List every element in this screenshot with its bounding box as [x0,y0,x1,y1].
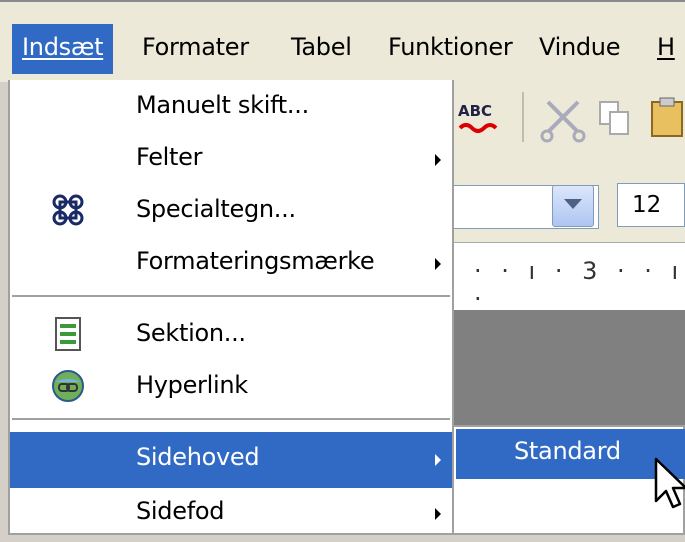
menu-item-fields[interactable]: Felter [10,132,452,188]
font-size-combo[interactable]: 12 [617,183,685,227]
menu-item-special-character[interactable]: Specialtegn... [10,184,452,240]
font-name-dropdown-button[interactable] [552,185,594,227]
spellcheck-icon[interactable]: ABC [454,98,514,142]
scissors-icon [540,100,586,143]
menu-item-label: Sektion... [136,319,246,347]
submenu-arrow-icon [435,508,441,520]
paste-icon[interactable] [648,96,685,140]
menu-item-label: Manuelt skift... [136,91,309,119]
menu-tools[interactable]: Funktioner [378,24,522,74]
menu-item-label: Sidehoved [136,443,260,471]
mouse-pointer-icon [654,457,685,509]
insert-menu: Manuelt skift... Felter Specialtegn... F… [8,80,454,535]
menu-separator [12,295,450,297]
submenu-arrow-icon [435,258,441,270]
cut-icon[interactable] [538,96,590,144]
menu-format[interactable]: Formater [132,24,259,74]
menu-format-label: Formater [142,33,249,61]
spellcheck-wave [458,123,498,133]
menu-window[interactable]: Vindue [529,24,630,74]
menu-table-label: Tabel [291,33,352,61]
menu-help[interactable]: H [647,24,685,74]
menu-item-label: Hyperlink [136,371,248,399]
toolbar-separator [522,92,524,142]
menu-insert-label: Indsæt [22,33,104,61]
menu-table[interactable]: Tabel [281,24,362,74]
menu-tools-label: Funktioner [388,33,513,61]
ruler-markings: · · ı · 3 · · ı · [474,257,685,313]
font-size-value: 12 [632,192,662,218]
menu-item-label: Specialtegn... [136,195,296,223]
menu-insert[interactable]: Indsæt [12,24,114,74]
submenu-arrow-icon [435,154,441,166]
standard-toolbar: ABC [450,80,685,163]
copy-icon[interactable] [598,100,634,140]
hyperlink-globe-icon [52,370,84,402]
menu-item-label: Formateringsmærke [136,247,375,275]
menu-item-header[interactable]: Sidehoved [10,432,452,488]
menu-item-label: Sidefod [136,497,225,525]
clipboard-icon [651,97,683,137]
menu-item-formatting-mark[interactable]: Formateringsmærke [10,236,452,292]
copy-pages-icon [599,101,629,135]
horizontal-ruler[interactable]: · · ı · 3 · · ı · [450,242,685,313]
submenu-arrow-icon [435,454,441,466]
menu-item-label: Felter [136,143,203,171]
menu-help-label: H [657,33,675,61]
chevron-down-icon [564,199,582,209]
menu-item-section[interactable]: Sektion... [10,308,452,364]
menu-separator [12,418,450,420]
menu-bar: Indsæt Formater Tabel Funktioner Vindue … [0,0,685,82]
menu-window-label: Vindue [539,33,621,61]
special-character-icon [52,194,84,226]
section-icon [55,317,81,351]
menu-item-footer[interactable]: Sidefod [10,486,452,542]
menu-item-manual-break[interactable]: Manuelt skift... [10,80,452,136]
menu-item-hyperlink[interactable]: Hyperlink [10,360,452,416]
submenu-item-label: Standard [514,437,621,465]
